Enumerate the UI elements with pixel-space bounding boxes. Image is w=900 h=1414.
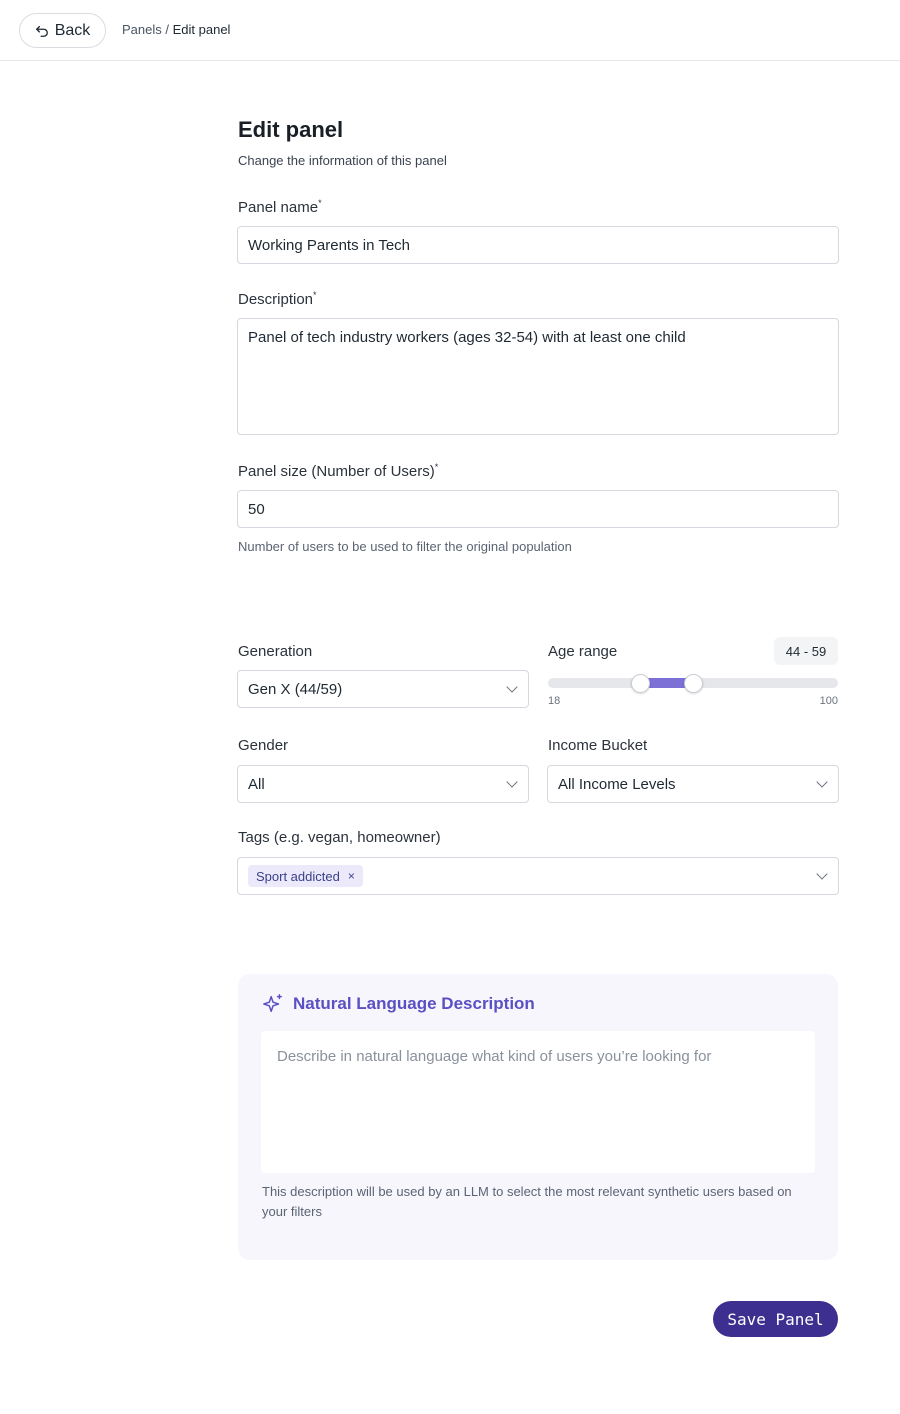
natural-language-placeholder: Describe in natural language what kind o… [277,1048,712,1065]
generation-label: Generation [238,643,313,660]
age-range-label: Age range [548,643,618,660]
breadcrumb: Panels / Edit panel [122,22,230,37]
tags-select[interactable]: Sport addicted × [237,857,839,895]
tag-chip-label: Sport addicted [256,868,340,884]
natural-language-title-text: Natural Language Description [293,994,535,1013]
generation-select[interactable]: Gen X (44/59) [237,670,529,708]
panel-size-label: Panel size (Number of Users)* [238,462,439,480]
gender-label: Gender [238,737,289,754]
panel-name-input[interactable]: Working Parents in Tech [237,226,839,264]
panel-size-input[interactable]: 50 [237,490,839,528]
chevron-down-icon [506,681,518,693]
panel-name-label: Panel name* [238,198,322,216]
gender-value: All [248,775,265,793]
age-range-min-handle[interactable] [630,674,650,693]
age-range-max-label: 100 [819,695,838,707]
undo-arrow-icon [35,25,48,37]
natural-language-textarea[interactable]: Describe in natural language what kind o… [261,1031,815,1173]
panel-size-help: Number of users to be used to filter the… [238,539,572,554]
income-bucket-label: Income Bucket [548,737,648,754]
gender-select[interactable]: All [237,765,529,803]
description-textarea[interactable]: Panel of tech industry workers (ages 32-… [237,318,839,435]
age-range-slider[interactable] [548,674,838,693]
chevron-down-icon [816,868,828,880]
save-panel-button[interactable]: Save Panel [713,1301,838,1337]
tag-chip: Sport addicted × [248,865,363,887]
close-icon[interactable]: × [348,869,355,883]
page-title: Edit panel [238,117,344,142]
tags-label: Tags (e.g. vegan, homeowner) [238,829,441,846]
chevron-down-icon [506,776,518,788]
breadcrumb-separator: / [165,22,169,37]
panel-name-value: Working Parents in Tech [248,236,411,254]
description-label: Description* [238,290,317,308]
natural-language-help: This description will be used by an LLM … [262,1184,792,1219]
back-button-label: Back [54,21,91,39]
page-subtitle: Change the information of this panel [238,153,447,168]
top-bar: Back Panels / Edit panel [0,0,900,61]
natural-language-title: Natural Language Description [262,993,535,1015]
breadcrumb-current: Edit panel [172,22,231,37]
breadcrumb-panels[interactable]: Panels [122,22,162,37]
description-value: Panel of tech industry workers (ages 32-… [248,329,686,346]
back-button[interactable]: Back [19,13,106,48]
chevron-down-icon [816,776,828,788]
income-bucket-value: All Income Levels [558,775,676,793]
age-range-max-handle[interactable] [684,674,703,693]
sparkle-icon [263,994,282,1013]
natural-language-card: Natural Language Description Describe in… [238,974,838,1260]
panel-size-value: 50 [248,500,265,518]
income-bucket-select[interactable]: All Income Levels [547,765,839,803]
generation-value: Gen X (44/59) [248,680,343,698]
age-range-min-label: 18 [548,695,561,707]
age-range-badge: 44 - 59 [774,637,838,665]
